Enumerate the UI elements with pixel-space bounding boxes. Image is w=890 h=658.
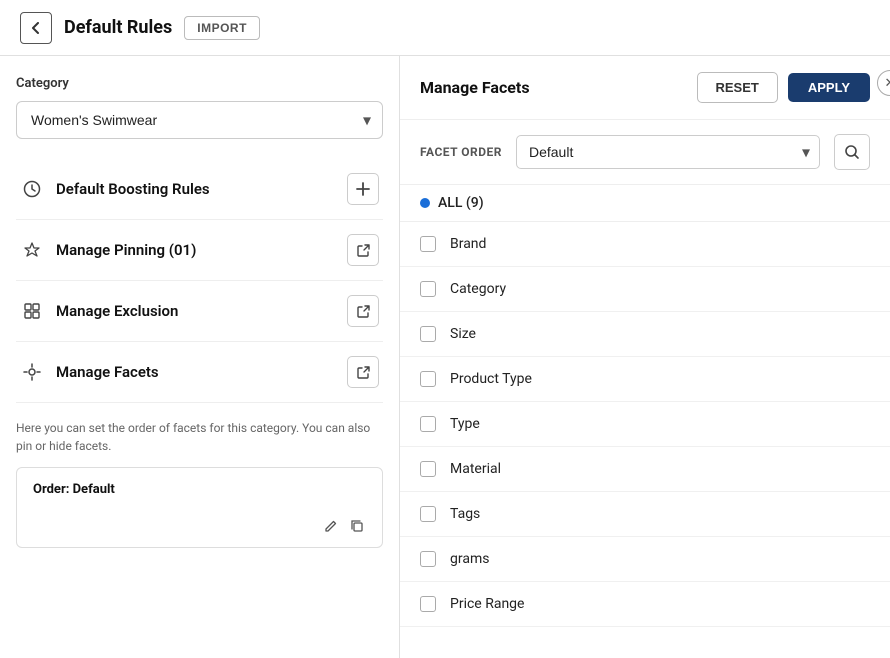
facet-order-row: FACET ORDER Default Alphabetical Count ▾ xyxy=(400,120,890,185)
all-filter[interactable]: ALL (9) xyxy=(400,185,890,222)
panel-header: Manage Facets RESET APPLY ✕ xyxy=(400,56,890,120)
facet-checkbox-material[interactable] xyxy=(420,461,436,477)
facet-name-size: Size xyxy=(450,326,476,342)
sidebar-item-exclusion[interactable]: Manage Exclusion xyxy=(16,281,383,342)
panel-actions: RESET APPLY xyxy=(697,72,871,103)
exclusion-icon xyxy=(20,299,44,323)
order-label: Order: Default xyxy=(33,482,366,497)
facet-checkbox-category[interactable] xyxy=(420,281,436,297)
panel-title: Manage Facets xyxy=(420,78,530,97)
facet-checkbox-product-type[interactable] xyxy=(420,371,436,387)
order-card-actions xyxy=(33,517,366,535)
facet-order-select-wrap[interactable]: Default Alphabetical Count ▾ xyxy=(516,135,820,169)
category-dropdown-wrap[interactable]: Women's Swimwear ▾ xyxy=(16,101,383,139)
boosting-label: Default Boosting Rules xyxy=(56,180,347,198)
facet-name-category: Category xyxy=(450,281,506,297)
edit-order-button[interactable] xyxy=(322,517,340,535)
facet-list: Brand Category Size Product Type Type Ma… xyxy=(400,222,890,658)
sidebar: Category Women's Swimwear ▾ Default Boos… xyxy=(0,56,400,658)
all-filter-label: ALL (9) xyxy=(438,195,484,211)
import-button[interactable]: IMPORT xyxy=(184,16,260,40)
facet-checkbox-type[interactable] xyxy=(420,416,436,432)
sidebar-item-pinning[interactable]: Manage Pinning (01) xyxy=(16,220,383,281)
facet-name-brand: Brand xyxy=(450,236,486,252)
facet-item-product-type[interactable]: Product Type xyxy=(400,357,890,402)
facet-checkbox-tags[interactable] xyxy=(420,506,436,522)
back-button[interactable] xyxy=(20,12,52,44)
exclusion-label: Manage Exclusion xyxy=(56,302,347,320)
facet-item-size[interactable]: Size xyxy=(400,312,890,357)
page-title: Default Rules xyxy=(64,17,172,38)
sidebar-item-boosting[interactable]: Default Boosting Rules xyxy=(16,159,383,220)
boosting-icon xyxy=(20,177,44,201)
pinning-label: Manage Pinning (01) xyxy=(56,241,347,259)
copy-order-button[interactable] xyxy=(348,517,366,535)
facet-order-select[interactable]: Default Alphabetical Count xyxy=(516,135,820,169)
category-label: Category xyxy=(16,76,383,91)
facet-search-button[interactable] xyxy=(834,134,870,170)
info-text: Here you can set the order of facets for… xyxy=(16,419,383,455)
facet-checkbox-brand[interactable] xyxy=(420,236,436,252)
facet-item-type[interactable]: Type xyxy=(400,402,890,447)
open-pinning-button[interactable] xyxy=(347,234,379,266)
facet-checkbox-price-range[interactable] xyxy=(420,596,436,612)
facet-item-tags[interactable]: Tags xyxy=(400,492,890,537)
facet-item-category[interactable]: Category xyxy=(400,267,890,312)
reset-button[interactable]: RESET xyxy=(697,72,778,103)
facet-checkbox-size[interactable] xyxy=(420,326,436,342)
facet-name-tags: Tags xyxy=(450,506,480,522)
facets-icon xyxy=(20,360,44,384)
right-panel: Manage Facets RESET APPLY ✕ FACET ORDER … xyxy=(400,56,890,658)
facet-name-material: Material xyxy=(450,461,501,477)
add-boosting-button[interactable] xyxy=(347,173,379,205)
facet-name-product-type: Product Type xyxy=(450,371,532,387)
facet-item-brand[interactable]: Brand xyxy=(400,222,890,267)
facet-order-label: FACET ORDER xyxy=(420,145,502,159)
close-button[interactable]: ✕ xyxy=(877,70,890,96)
main-layout: Category Women's Swimwear ▾ Default Boos… xyxy=(0,56,890,658)
facet-checkbox-grams[interactable] xyxy=(420,551,436,567)
pinning-icon xyxy=(20,238,44,262)
header: Default Rules IMPORT xyxy=(0,0,890,56)
facet-item-material[interactable]: Material xyxy=(400,447,890,492)
open-exclusion-button[interactable] xyxy=(347,295,379,327)
facet-name-type: Type xyxy=(450,416,480,432)
facet-name-grams: grams xyxy=(450,551,489,567)
sidebar-item-facets[interactable]: Manage Facets xyxy=(16,342,383,403)
order-value: Default xyxy=(73,482,115,497)
order-card: Order: Default xyxy=(16,467,383,548)
facets-label: Manage Facets xyxy=(56,363,347,381)
facet-item-grams[interactable]: grams xyxy=(400,537,890,582)
apply-button[interactable]: APPLY xyxy=(788,73,870,102)
facet-name-price-range: Price Range xyxy=(450,596,524,612)
active-filter-dot xyxy=(420,198,430,208)
open-facets-button[interactable] xyxy=(347,356,379,388)
facet-item-price-range[interactable]: Price Range xyxy=(400,582,890,627)
category-select[interactable]: Women's Swimwear xyxy=(16,101,383,139)
